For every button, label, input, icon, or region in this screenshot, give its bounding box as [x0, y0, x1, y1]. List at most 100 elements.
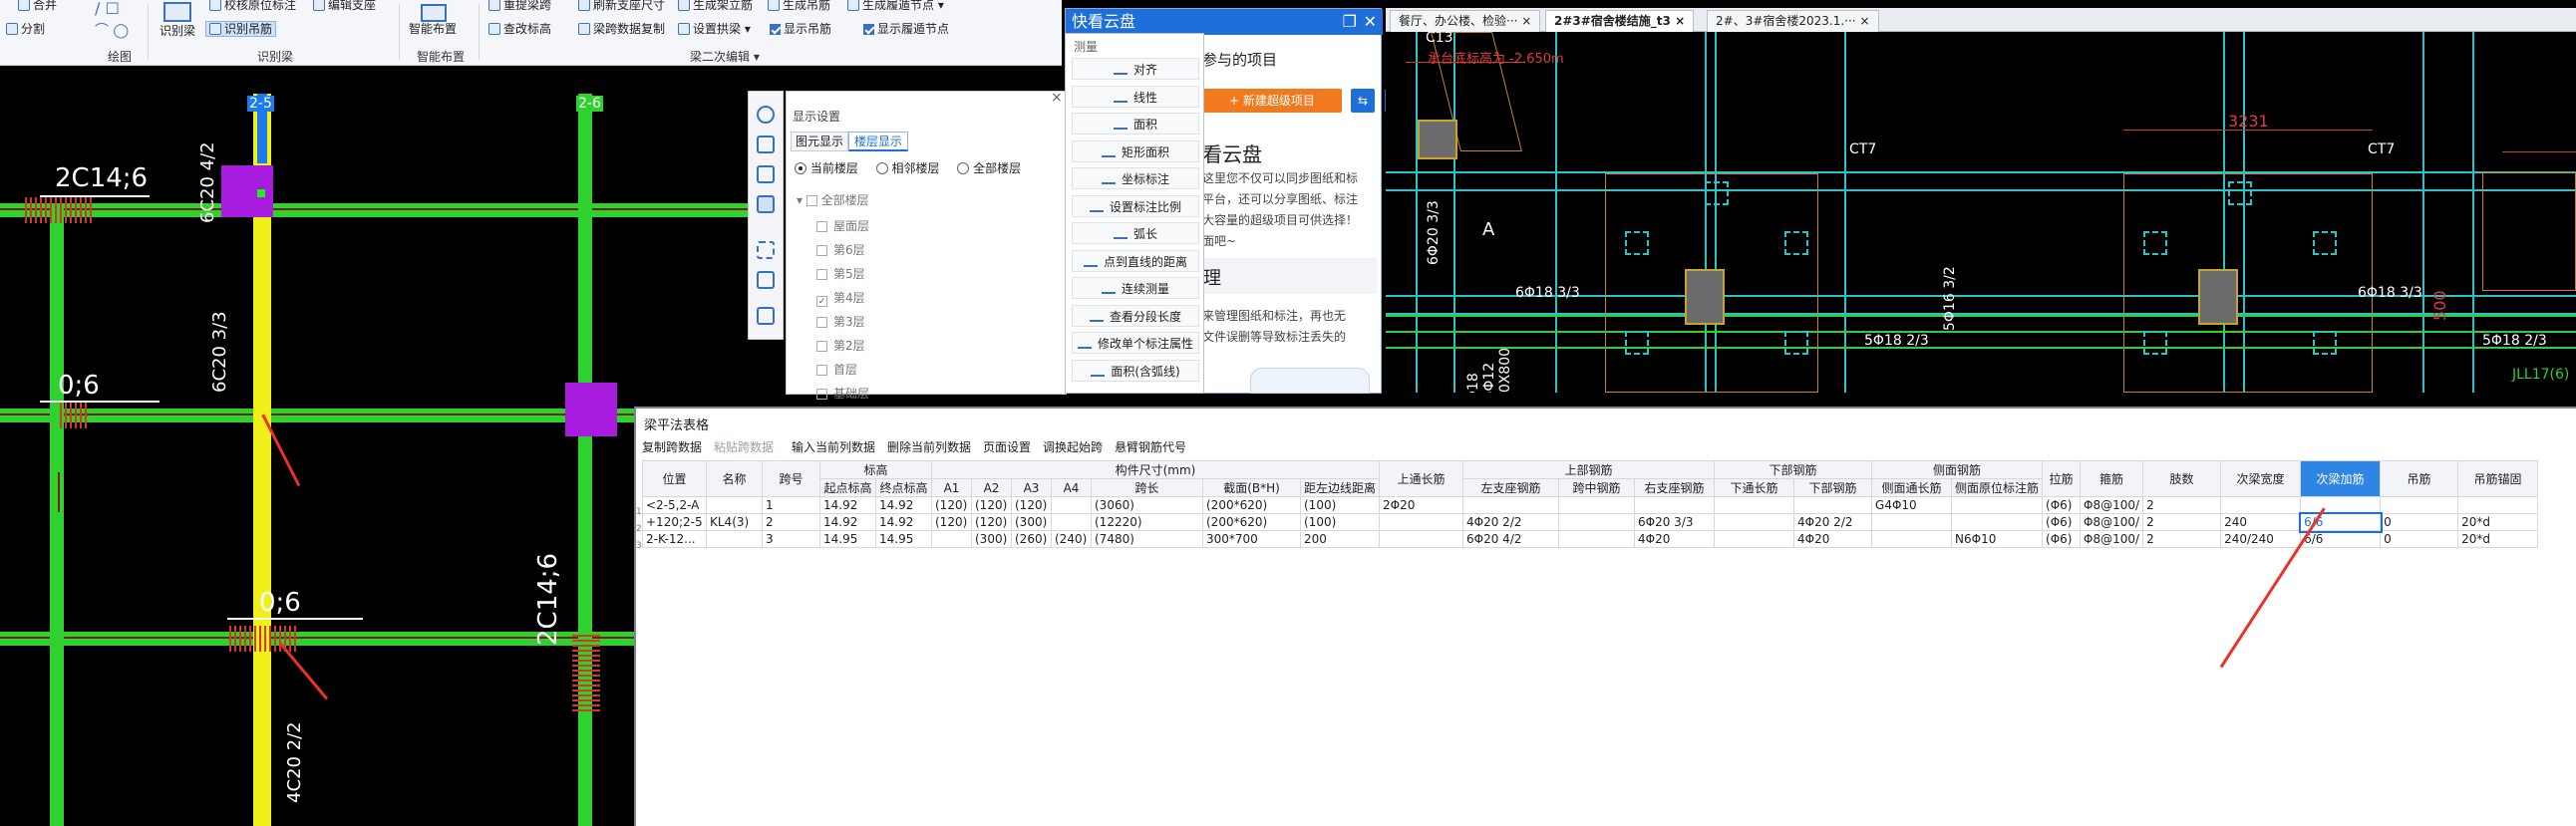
- col-header[interactable]: 拉筋: [2042, 460, 2082, 497]
- table-cell[interactable]: [2457, 496, 2539, 514]
- edit-support-button[interactable]: 编辑支座: [313, 0, 376, 12]
- table-cell[interactable]: 6Φ20 3/3: [1634, 513, 1716, 531]
- doc-tab[interactable]: 2#、3#宿舍楼2023.1.··· ×: [1707, 10, 1879, 32]
- gen-haunch-button[interactable]: 生成履遁节点 ▾: [847, 0, 944, 12]
- table-cell[interactable]: 4Φ20: [1634, 530, 1716, 548]
- doc-tab[interactable]: 餐厅、办公楼、检验··· ×: [1390, 10, 1541, 32]
- table-cell[interactable]: [1051, 496, 1092, 514]
- col-header[interactable]: 左支座钢筋: [1462, 478, 1560, 497]
- table-cell[interactable]: 2: [2142, 513, 2222, 531]
- sync-icon[interactable]: ⇆: [1351, 89, 1375, 113]
- table-cell[interactable]: (120): [931, 496, 972, 514]
- table-cell[interactable]: 4Φ20 2/2: [1462, 513, 1560, 531]
- table-cell[interactable]: 300*700: [1202, 530, 1301, 548]
- table-cell[interactable]: [2300, 496, 2382, 514]
- front-view-icon[interactable]: [757, 165, 775, 183]
- page-setup-button[interactable]: 页面设置: [983, 438, 1031, 455]
- table-cell[interactable]: 2Φ20: [1379, 496, 1464, 514]
- close-icon[interactable]: ×: [1051, 90, 1063, 106]
- col-header[interactable]: 截面(B*H): [1202, 478, 1301, 497]
- col-header[interactable]: A4: [1051, 478, 1092, 497]
- fit-view-icon[interactable]: [757, 271, 775, 289]
- table-cell[interactable]: [1462, 496, 1560, 514]
- measure-item[interactable]: 线性: [1072, 85, 1199, 108]
- table-cell[interactable]: 4Φ20: [1793, 530, 1873, 548]
- table-cell[interactable]: 3: [762, 530, 820, 548]
- col-header[interactable]: 跨长: [1091, 478, 1203, 497]
- table-cell[interactable]: (300): [1011, 513, 1052, 531]
- recognize-hanger-button[interactable]: 识别吊筋: [205, 21, 277, 37]
- floor-item[interactable]: 第2层: [816, 337, 865, 354]
- floor-item[interactable]: 基础层: [816, 385, 869, 402]
- measure-item[interactable]: 面积(含弧线): [1072, 359, 1199, 382]
- table-cell[interactable]: 6Φ20 4/2: [1462, 530, 1560, 548]
- table-cell[interactable]: (200*620): [1202, 513, 1301, 531]
- column[interactable]: [221, 165, 273, 217]
- measure-item[interactable]: 对齐: [1072, 58, 1199, 80]
- table-cell[interactable]: 1: [762, 496, 820, 514]
- table-cell[interactable]: 2-K-12...: [642, 530, 707, 548]
- col-header[interactable]: 侧面通长筋: [1871, 478, 1953, 497]
- close-icon[interactable]: ×: [1675, 14, 1685, 28]
- properties-icon[interactable]: [757, 307, 775, 325]
- table-cell[interactable]: Φ8@100/: [2080, 530, 2144, 548]
- col-header[interactable]: 名称: [706, 460, 763, 497]
- merge-button[interactable]: 合并: [18, 0, 57, 12]
- table-cell[interactable]: (120): [971, 513, 1012, 531]
- table-cell[interactable]: (260): [1011, 530, 1052, 548]
- draw-arc-icon[interactable]: ⌒ ◯: [95, 24, 129, 38]
- table-cell[interactable]: (7480): [1091, 530, 1203, 548]
- table-cell[interactable]: [1951, 496, 2044, 514]
- col-header[interactable]: 吊筋: [2380, 460, 2459, 497]
- floor-item[interactable]: ✓ 第4层: [816, 289, 865, 307]
- cantilever-code-button[interactable]: 悬臂钢筋代号: [1115, 438, 1186, 455]
- table-cell[interactable]: Φ8@100/: [2080, 513, 2144, 531]
- floor-item[interactable]: 屋面层: [816, 217, 869, 234]
- delete-column-button[interactable]: 删除当前列数据: [887, 438, 971, 455]
- table-cell[interactable]: [1793, 496, 1873, 514]
- col-header-selected[interactable]: 次梁加筋: [2300, 460, 2382, 497]
- table-cell[interactable]: 20*d: [2457, 513, 2539, 531]
- restore-icon[interactable]: ❐: [1343, 9, 1357, 35]
- table-cell[interactable]: [1714, 513, 1795, 531]
- table-cell[interactable]: (120): [931, 513, 972, 531]
- pile-cap[interactable]: [2123, 173, 2373, 393]
- tab-floor-display[interactable]: 楼层显示: [848, 132, 908, 151]
- doc-tab-active[interactable]: 2#3#宿舍楼结施_t3 ×: [1545, 10, 1695, 32]
- table-cell[interactable]: 2: [2142, 496, 2222, 514]
- table-cell[interactable]: [1558, 496, 1636, 514]
- table-cell[interactable]: (Φ6): [2042, 496, 2082, 514]
- check-annotation-button[interactable]: 校核原位标注: [209, 0, 296, 12]
- table-cell[interactable]: +120;2-5: [642, 513, 707, 531]
- table-cell[interactable]: [1379, 530, 1464, 548]
- table-cell[interactable]: 14.95: [819, 530, 876, 548]
- table-cell[interactable]: 0: [2380, 530, 2459, 548]
- radio-adjacent-floor[interactable]: 相邻楼层: [875, 161, 940, 175]
- table-cell[interactable]: (300): [971, 530, 1012, 548]
- table-cell[interactable]: (Φ6): [2042, 530, 2082, 548]
- table-cell[interactable]: (240): [1051, 530, 1092, 548]
- col-header[interactable]: 跨号: [762, 460, 820, 497]
- table-cell[interactable]: 14.92: [819, 513, 876, 531]
- table-cell[interactable]: 200: [1299, 530, 1381, 548]
- table-cell[interactable]: [706, 530, 763, 548]
- table-cell[interactable]: (100): [1299, 513, 1381, 531]
- copy-span-button[interactable]: 复制跨数据: [642, 438, 702, 455]
- cad-canvas-right[interactable]: C13 承台底标高为 -2.650m CT7 CT7 3231 A 6Φ20 3…: [1386, 32, 2576, 393]
- measure-item[interactable]: 坐标标注: [1072, 167, 1199, 189]
- smart-layout-button[interactable]: 智能布置: [409, 4, 457, 36]
- table-cell[interactable]: (3060): [1091, 496, 1203, 514]
- close-icon[interactable]: ✕: [1364, 9, 1377, 35]
- col-header[interactable]: A1: [931, 478, 972, 497]
- floor-item[interactable]: 第6层: [816, 241, 865, 258]
- floor-item[interactable]: 第5层: [816, 265, 865, 282]
- table-cell[interactable]: [1558, 513, 1636, 531]
- set-arch-beam-button[interactable]: 设置拱梁 ▾: [678, 22, 751, 36]
- table-cell[interactable]: (Φ6): [2042, 513, 2082, 531]
- close-icon[interactable]: ×: [1521, 14, 1531, 28]
- zoom-window-icon[interactable]: [757, 241, 775, 259]
- table-cell[interactable]: [1634, 496, 1716, 514]
- draw-line-icon[interactable]: ∕ ☐: [95, 1, 120, 17]
- table-cell[interactable]: Φ8@100/: [2080, 496, 2144, 514]
- table-cell[interactable]: KL4(3): [706, 513, 763, 531]
